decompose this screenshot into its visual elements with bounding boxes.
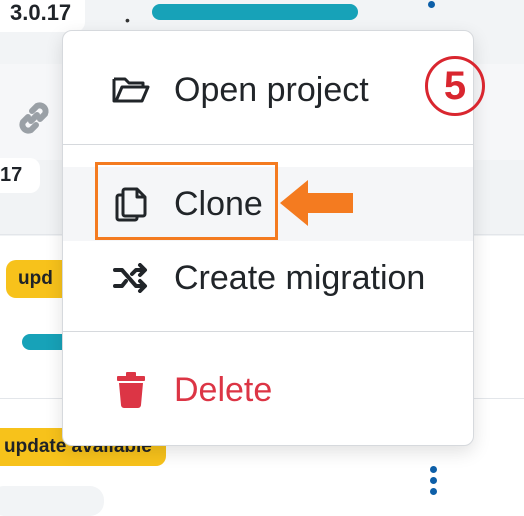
trash-icon (111, 370, 151, 410)
menu-divider (63, 144, 473, 145)
menu-item-label: Open project (174, 70, 369, 109)
arrow-left-icon (280, 180, 353, 226)
step-number-badge: 5 (425, 56, 485, 116)
menu-item-open-project[interactable]: Open project (63, 53, 473, 127)
folder-open-icon (111, 70, 151, 110)
menu-item-label: Create migration (174, 258, 426, 297)
version-pill-bottom (0, 486, 104, 516)
menu-divider (63, 331, 473, 332)
clone-highlight-box (95, 162, 278, 240)
more-options-icon[interactable] (430, 466, 437, 499)
separator-dot: • (125, 12, 130, 28)
more-options-icon[interactable] (428, 0, 435, 12)
version-badge: 3.0.17 (0, 0, 86, 32)
link-icon (19, 102, 49, 134)
menu-item-create-migration[interactable]: Create migration (63, 241, 473, 315)
version-badge-second: 17 (0, 158, 41, 193)
menu-item-label: Delete (174, 370, 273, 409)
menu-item-delete[interactable]: Delete (63, 353, 473, 427)
progress-bar (152, 4, 358, 20)
shuffle-icon (111, 258, 151, 298)
